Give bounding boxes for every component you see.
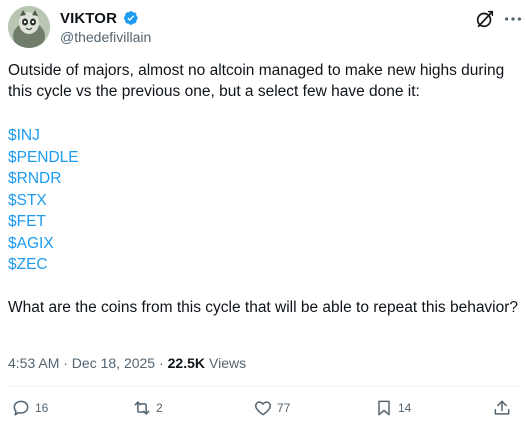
cashtag-link[interactable]: $AGIX (8, 233, 79, 255)
bookmark-button[interactable]: 14 (374, 398, 411, 418)
divider (8, 386, 518, 387)
cashtag-link[interactable]: $FET (8, 211, 79, 233)
like-button[interactable]: 77 (253, 398, 290, 418)
avatar[interactable] (8, 6, 50, 48)
reply-button[interactable]: 16 (11, 398, 48, 418)
tweet-intro-text: Outside of majors, almost no altcoin man… (8, 62, 505, 100)
verified-badge-icon (121, 9, 139, 27)
cashtag-link[interactable]: $ZEC (8, 254, 79, 276)
action-bar: 16 2 77 14 (0, 396, 526, 424)
cashtag-link[interactable]: $STX (8, 190, 79, 212)
tweet-header: VIKTOR @thedefivillain (8, 6, 522, 50)
repost-count: 2 (156, 401, 163, 415)
cashtag-link[interactable]: $PENDLE (8, 147, 79, 169)
cashtag-link[interactable]: $RNDR (8, 168, 79, 190)
like-count: 77 (277, 401, 291, 415)
tweet-text: Outside of majors, almost no altcoin man… (8, 60, 520, 102)
author-name-row: VIKTOR (60, 9, 139, 27)
repost-button[interactable]: 2 (132, 398, 163, 418)
reply-count: 16 (35, 401, 49, 415)
heart-icon (254, 401, 272, 416)
tweet-meta: 4:53 AM · Dec 18, 2025 · 22.5K Views (8, 355, 246, 371)
bookmark-icon (378, 400, 390, 416)
tweet-question-text: What are the coins from this cycle that … (8, 299, 519, 316)
bookmark-count: 14 (398, 401, 412, 415)
views-count: 22.5K (167, 355, 205, 371)
timestamp[interactable]: 4:53 AM · Dec 18, 2025 · (8, 355, 164, 371)
more-options-icon[interactable] (502, 8, 524, 30)
repost-icon (134, 401, 150, 415)
share-icon (494, 400, 510, 415)
grok-icon[interactable] (474, 8, 496, 30)
author-handle[interactable]: @thedefivillain (60, 29, 151, 45)
cashtag-link[interactable]: $INJ (8, 125, 79, 147)
reply-icon (13, 400, 29, 416)
avatar-image (8, 6, 50, 48)
share-button[interactable] (492, 398, 512, 418)
author-display-name[interactable]: VIKTOR (60, 10, 117, 27)
views-label: Views (209, 355, 247, 371)
ticker-list: $INJ $PENDLE $RNDR $STX $FET $AGIX $ZEC (8, 125, 79, 276)
